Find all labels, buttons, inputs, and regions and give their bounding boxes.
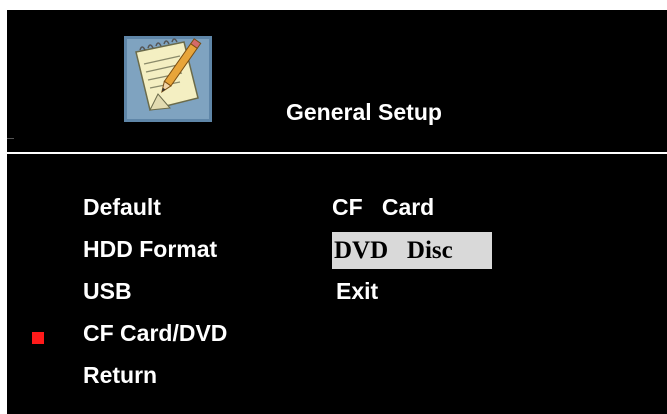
setup-screen: General Setup Default HDD Format USB CF … (7, 10, 667, 414)
menu-item-usb[interactable]: USB (83, 277, 132, 305)
edge-tick (7, 138, 14, 139)
selection-marker (32, 332, 44, 344)
menu-item-return[interactable]: Return (83, 361, 157, 389)
option-cf-card[interactable]: CF Card (332, 193, 434, 221)
menu-item-default[interactable]: Default (83, 193, 161, 221)
option-dvd-disc[interactable]: DVD Disc (332, 232, 492, 269)
menu-item-hdd-format[interactable]: HDD Format (83, 235, 217, 263)
page-title: General Setup (286, 99, 442, 125)
notepad-pencil-icon (124, 36, 212, 122)
header-divider (7, 152, 667, 154)
option-exit[interactable]: Exit (336, 277, 378, 305)
menu-item-cf-card-dvd[interactable]: CF Card/DVD (83, 319, 227, 347)
